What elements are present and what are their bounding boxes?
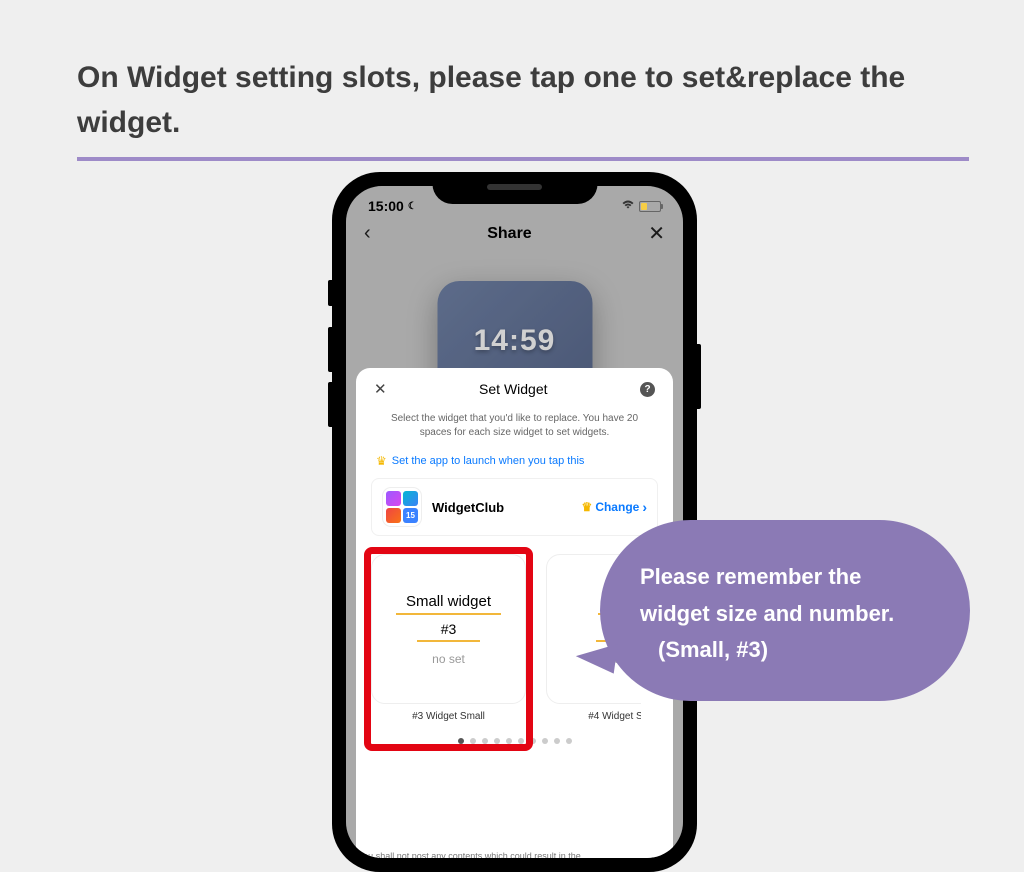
phone-side-button	[328, 280, 332, 306]
headline: On Widget setting slots, please tap one …	[77, 55, 969, 161]
slot-title: Small widget	[396, 593, 501, 615]
app-card: 15 WidgetClub ♛ Change ›	[371, 478, 658, 536]
app-icon: 15	[382, 487, 422, 527]
headline-text: On Widget setting slots, please tap one …	[77, 55, 969, 145]
phone-power-button	[697, 344, 701, 409]
pager-dot[interactable]	[530, 738, 536, 744]
pager-dot[interactable]	[566, 738, 572, 744]
callout-line2: widget size and number.	[640, 595, 930, 632]
modal-description: Select the widget that you'd like to rep…	[366, 404, 663, 450]
change-button[interactable]: ♛ Change ›	[582, 499, 647, 515]
callout-bubble: Please remember the widget size and numb…	[600, 520, 970, 701]
headline-underline	[77, 157, 969, 161]
crown-icon: ♛	[582, 500, 593, 514]
modal-header: ✕ Set Widget ?	[366, 380, 663, 404]
launch-text: Set the app to launch when you tap this	[392, 455, 585, 467]
phone-frame: 15:00 ☾ ‹ Share ✕ 14:59 ✕ Set W	[332, 172, 697, 872]
crown-icon: ♛	[376, 454, 387, 468]
footer-text: You shall not post any contents which co…	[358, 851, 671, 858]
status-right	[621, 199, 661, 213]
slot-caption: #4 Widget Smal	[546, 704, 641, 722]
slot-state: no set	[432, 642, 465, 666]
dnd-icon: ☾	[408, 201, 417, 212]
app-name: WidgetClub	[432, 500, 582, 515]
highlight-frame: Small widget #3 no set #3 Widget Small	[369, 552, 528, 746]
callout-tail	[574, 638, 618, 673]
wifi-icon	[621, 199, 635, 213]
modal-title: Set Widget	[479, 381, 547, 397]
chevron-right-icon: ›	[642, 499, 647, 515]
widget-slot-3[interactable]: Small widget #3 no set #3 Widget Small	[371, 554, 526, 722]
phone-volume-up	[328, 327, 332, 372]
launch-app-link[interactable]: ♛ Set the app to launch when you tap thi…	[366, 450, 663, 478]
callout-line1: Please remember the	[640, 558, 930, 595]
status-time: 15:00	[368, 198, 404, 214]
slot-number: #3	[417, 615, 481, 642]
phone-screen: 15:00 ☾ ‹ Share ✕ 14:59 ✕ Set W	[346, 186, 683, 858]
callout-sub: (Small, #3)	[640, 633, 930, 663]
pager-dot[interactable]	[542, 738, 548, 744]
help-icon[interactable]: ?	[640, 382, 655, 397]
pager-dot[interactable]	[554, 738, 560, 744]
slot-card[interactable]: Small widget #3 no set	[371, 554, 526, 704]
phone-notch	[432, 172, 597, 204]
change-label: Change	[595, 500, 639, 514]
battery-icon	[639, 201, 661, 212]
modal-close-button[interactable]: ✕	[374, 380, 387, 398]
phone-volume-down	[328, 382, 332, 427]
slot-caption: #3 Widget Small	[371, 704, 526, 722]
status-left: 15:00 ☾	[368, 198, 417, 214]
